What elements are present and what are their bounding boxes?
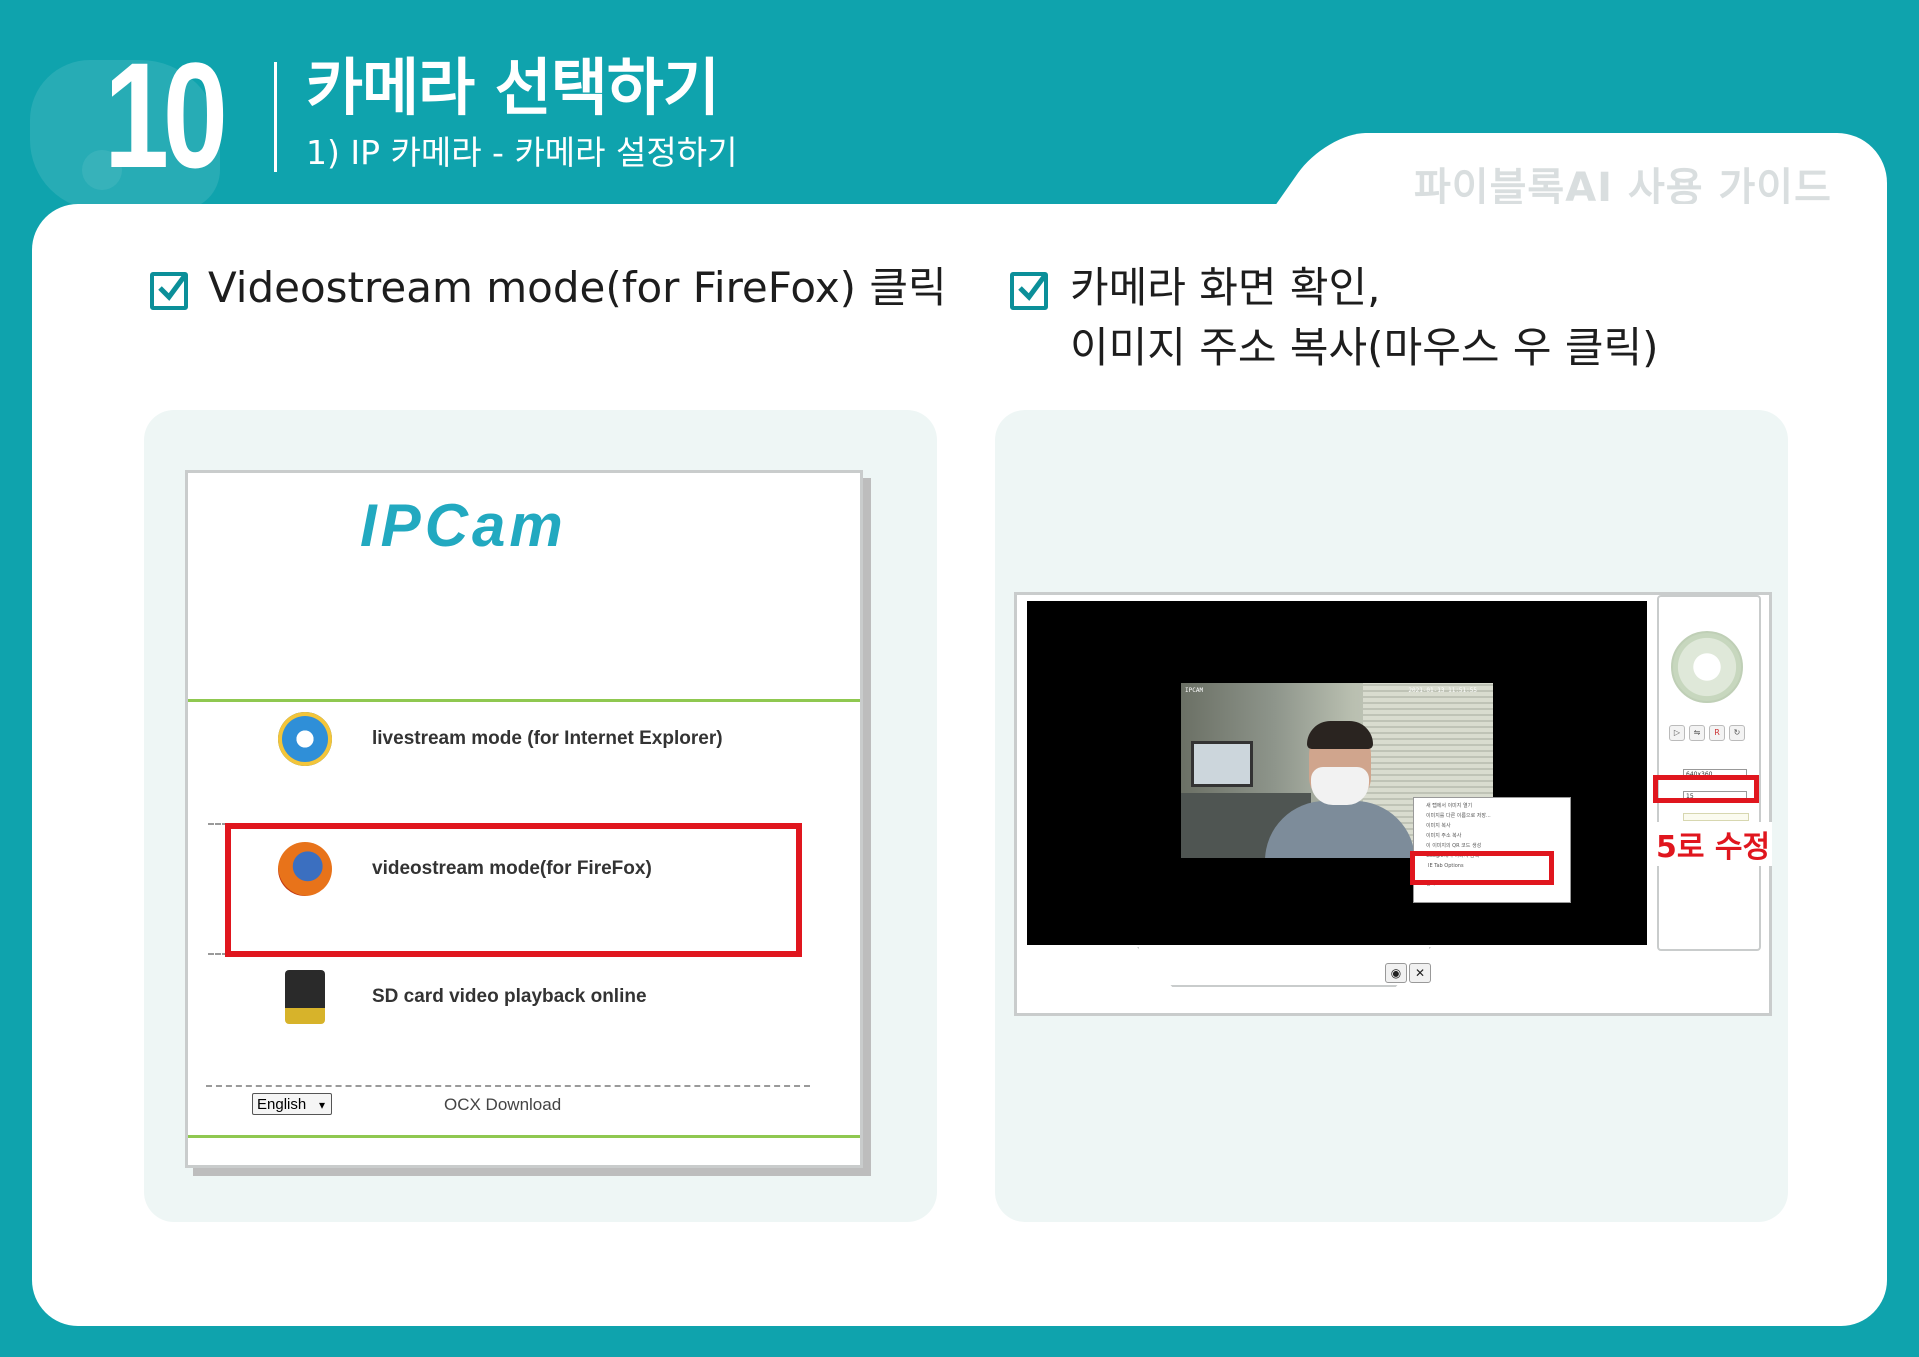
- language-select-value: English: [257, 1096, 307, 1113]
- language-select[interactable]: English ▾: [252, 1093, 332, 1115]
- person-hair: [1307, 721, 1373, 749]
- video-overlay-left: IPCAM: [1185, 687, 1204, 694]
- ocx-download-link[interactable]: OCX Download: [444, 1095, 561, 1115]
- divider-line: [188, 699, 860, 702]
- refresh-icon[interactable]: ↻: [1729, 725, 1745, 741]
- context-menu-item[interactable]: 새 탭에서 이미지 열기: [1426, 804, 1472, 809]
- context-menu-item[interactable]: 이미지 주소 복사: [1426, 834, 1461, 839]
- video-overlay-timestamp: 2021-01-13 11:51:55: [1408, 687, 1477, 694]
- fix-value-label: 5로 수정: [1654, 822, 1773, 866]
- right-instruction-line1: 카메라 화면 확인,: [1070, 263, 1381, 312]
- chevron-down-icon: ▾: [318, 1098, 325, 1112]
- settings-icon[interactable]: ✕: [1409, 963, 1431, 983]
- checkbox-icon: [150, 272, 189, 310]
- ir-icon[interactable]: R: [1709, 725, 1725, 741]
- flip-icon[interactable]: ▷: [1669, 725, 1685, 741]
- person-mask: [1311, 767, 1369, 805]
- background-monitor: [1191, 741, 1253, 787]
- header-divider: [274, 62, 277, 172]
- checkbox-icon: [1010, 272, 1049, 310]
- sd-playback-link[interactable]: SD card video playback online: [278, 967, 798, 1027]
- highlight-box: [1653, 775, 1759, 803]
- page-title: 카메라 선택하기: [306, 51, 720, 124]
- sd-playback-label: SD card video playback online: [372, 986, 647, 1007]
- brightness-slider[interactable]: [1683, 813, 1749, 821]
- page-subtitle: 1) IP 카메라 - 카메라 설정하기: [306, 133, 738, 172]
- divider-line: [188, 1135, 860, 1138]
- sd-card-icon: [285, 970, 325, 1024]
- ipcam-logo: IPCam: [360, 492, 567, 559]
- livestream-mode-label: livestream mode (for Internet Explorer): [372, 728, 723, 749]
- context-menu-item[interactable]: 이미지 복사: [1426, 824, 1451, 829]
- context-menu-item[interactable]: 이미지를 다른 이름으로 저장...: [1426, 814, 1491, 819]
- left-instruction: Videostream mode(for FireFox) 클릭: [208, 263, 947, 312]
- camera-icon[interactable]: ◉: [1385, 963, 1407, 983]
- context-menu-item[interactable]: 이 이미지의 QR 코드 생성: [1426, 844, 1481, 849]
- camera-control-panel: ▷ ⇋ R ↻ 640x360 15: [1653, 595, 1761, 951]
- right-instruction-line2: 이미지 주소 복사(마우스 우 클릭): [1070, 323, 1659, 372]
- highlight-box: [1410, 851, 1554, 885]
- ipcam-mode-window: IPCam livestream mode (for Internet Expl…: [185, 470, 863, 1168]
- camera-viewer-window: IPCAM 2021-01-13 11:51:55 새 탭에서 이미지 열기 이…: [1014, 592, 1772, 1016]
- internet-explorer-icon: [278, 712, 332, 766]
- livestream-mode-link[interactable]: livestream mode (for Internet Explorer): [278, 709, 798, 769]
- page-number: 10: [104, 31, 228, 199]
- context-menu: 새 탭에서 이미지 열기 이미지를 다른 이름으로 저장... 이미지 복사 이…: [1413, 797, 1571, 903]
- video-area: IPCAM 2021-01-13 11:51:55 새 탭에서 이미지 열기 이…: [1027, 601, 1647, 945]
- dotted-separator: [206, 1085, 810, 1087]
- highlight-box: [225, 823, 802, 957]
- ptz-joystick[interactable]: [1671, 631, 1743, 703]
- mirror-icon[interactable]: ⇋: [1689, 725, 1705, 741]
